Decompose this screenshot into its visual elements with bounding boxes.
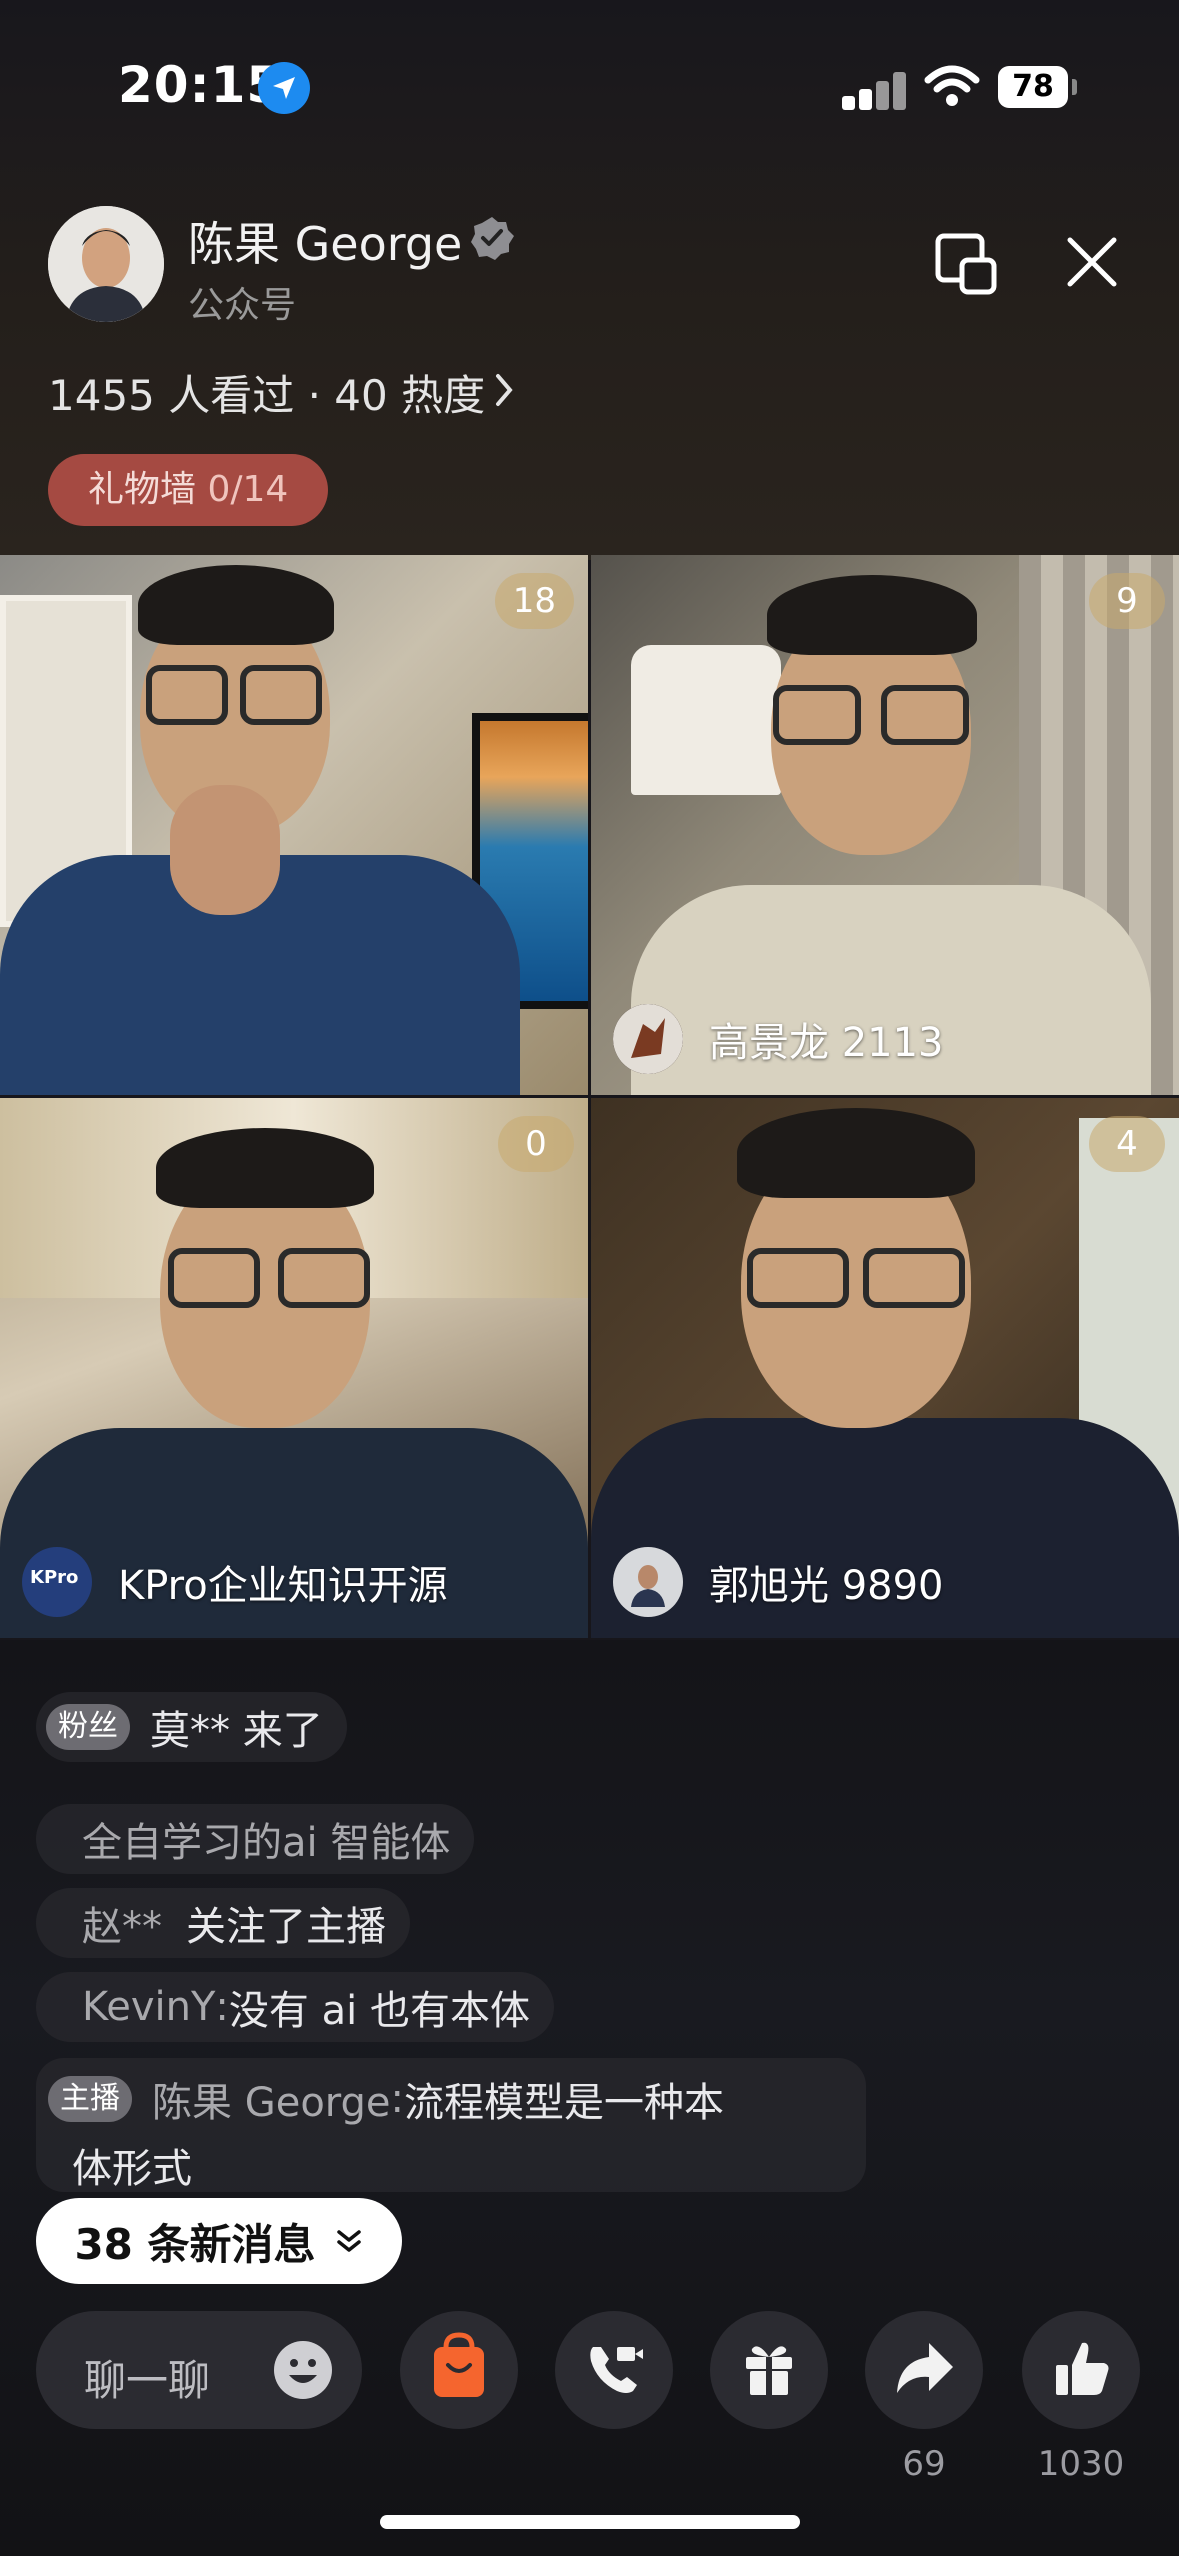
participant-name: KPro企业知识开源 — [118, 1563, 448, 1609]
participant-name: 高景龙 2113 — [709, 1020, 944, 1066]
chat-separator: : — [390, 2076, 405, 2122]
gift-button[interactable] — [710, 2311, 828, 2429]
kpro-logo-text: KPro — [30, 1567, 79, 1588]
fan-badge: 粉丝 — [46, 1704, 130, 1750]
chat-message-text: 关注了主播 — [186, 1904, 386, 1950]
chat-message: 赵** 关注了主播 — [36, 1888, 410, 1958]
like-button[interactable] — [1022, 2311, 1140, 2429]
chat-message: KevinY : 没有 ai 也有本体 — [36, 1972, 554, 2042]
chat-separator: : — [215, 1984, 229, 2030]
host-avatar[interactable] — [48, 206, 164, 322]
gift-wall-label: 礼物墙 — [88, 469, 197, 510]
participant-name-tag: 郭旭光 9890 — [613, 1544, 944, 1620]
chat-username: 赵** — [82, 1904, 162, 1950]
participant-avatar — [613, 1547, 683, 1617]
chat-message: 粉丝 莫** 来了 — [36, 1692, 347, 1762]
verified-icon — [471, 217, 514, 260]
video-tile-participant-1[interactable]: 9 高景龙 2113 — [591, 555, 1179, 1095]
gift-icon — [746, 2346, 792, 2395]
chat-username: 陈果 George — [152, 2080, 391, 2126]
chat-username: KevinY — [82, 1984, 216, 2030]
video-tile-participant-2[interactable]: 0 KPro KPro企业知识开源 — [0, 1098, 588, 1638]
chat-message-host: 主播 陈果 George : 流程模型是一种本 体形式 — [36, 2058, 866, 2192]
battery-nub — [1072, 79, 1077, 95]
participant-name: 郭旭光 9890 — [709, 1563, 944, 1609]
chat-message-text: 流程模型是一种本 — [404, 2080, 725, 2126]
home-indicator[interactable] — [380, 2515, 800, 2529]
host-message-line2: 体形式 — [72, 2146, 192, 2192]
video-tile-host[interactable]: 18 — [0, 555, 588, 1095]
gift-wall-button[interactable]: 礼物墙 0/14 — [48, 454, 329, 526]
chevron-down-icon — [336, 2230, 361, 2252]
share-button[interactable] — [865, 2311, 983, 2429]
battery-indicator: 78 — [998, 66, 1068, 108]
thumbs-up-icon — [1056, 2342, 1109, 2395]
tile-count-badge: 18 — [494, 573, 574, 629]
like-count: 1030 — [1037, 2444, 1125, 2484]
share-count: 69 — [902, 2444, 946, 2484]
chat-input[interactable]: 聊一聊 — [36, 2311, 362, 2429]
kpro-logo: KPro — [22, 1547, 92, 1617]
host-name[interactable]: 陈果 George — [188, 208, 462, 274]
shopping-bag-icon — [434, 2332, 484, 2397]
new-messages-label: 38 条新消息 — [74, 2219, 316, 2269]
chevron-right-icon[interactable] — [492, 372, 516, 408]
tile-count-badge: 0 — [498, 1116, 574, 1172]
share-arrow-icon — [897, 2343, 953, 2393]
host-badge: 主播 — [48, 2076, 132, 2122]
video-call-button[interactable] — [555, 2311, 673, 2429]
viewer-stats[interactable]: 1455 人看过 · 40 热度 — [48, 362, 485, 423]
chat-message-text: 没有 ai 也有本体 — [228, 1988, 530, 2034]
picture-in-picture-icon[interactable] — [934, 232, 998, 296]
host-subtitle: 公众号 — [188, 285, 297, 326]
background-lamp — [631, 645, 781, 795]
video-tile-participant-3[interactable]: 4 郭旭光 9890 — [591, 1098, 1179, 1638]
close-icon[interactable] — [1064, 234, 1120, 290]
location-icon — [258, 62, 310, 114]
chat-input-placeholder: 聊一聊 — [84, 2356, 211, 2405]
emoji-icon[interactable] — [272, 2339, 334, 2401]
participant-name-tag: 高景龙 2113 — [613, 1001, 944, 1077]
participant-avatar — [613, 1004, 683, 1074]
participant-name-tag: KPro KPro企业知识开源 — [22, 1544, 448, 1620]
host-message-line1: 主播 陈果 George : 流程模型是一种本 — [48, 2070, 724, 2128]
new-messages-button[interactable]: 38 条新消息 — [36, 2198, 402, 2284]
gift-wall-count: 0/14 — [207, 469, 289, 510]
chat-message: 全自学习的ai 智能体 — [36, 1804, 475, 1874]
wifi-icon — [924, 65, 980, 106]
cellular-signal-icon — [842, 70, 908, 110]
tile-count-badge: 9 — [1089, 573, 1165, 629]
chat-message-text: 全自学习的ai 智能体 — [82, 1820, 451, 1866]
chat-message-text: 莫** 来了 — [150, 1708, 323, 1754]
shop-button[interactable] — [400, 2311, 518, 2429]
tile-count-badge: 4 — [1089, 1116, 1165, 1172]
phone-video-icon — [590, 2347, 643, 2393]
